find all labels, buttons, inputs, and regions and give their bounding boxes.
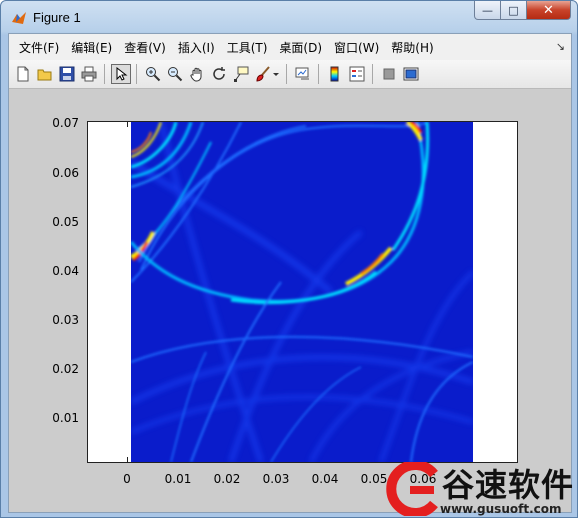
zoom-in-icon[interactable] [143, 64, 163, 84]
save-icon[interactable] [57, 64, 77, 84]
menu-window[interactable]: 窗口(W) [328, 39, 385, 56]
window-title: Figure 1 [33, 10, 81, 25]
brush-dropdown-icon[interactable] [271, 64, 281, 84]
y-tick-label: 0.01 [52, 411, 79, 425]
menu-bar: 文件(F) 编辑(E) 查看(V) 插入(I) 工具(T) 桌面(D) 窗口(W… [9, 34, 571, 60]
menu-desktop[interactable]: 桌面(D) [273, 39, 328, 56]
heatmap-image [131, 122, 473, 462]
close-button[interactable]: ✕ [527, 1, 571, 20]
menu-file[interactable]: 文件(F) [13, 39, 65, 56]
hide-plot-tools-icon[interactable] [379, 64, 399, 84]
y-tick-label: 0.03 [52, 313, 79, 327]
x-tick-label: 0.04 [311, 472, 339, 486]
double-chevron-icon[interactable]: ↘ [556, 40, 565, 53]
title-bar[interactable]: Figure 1 — □ ✕ [1, 1, 577, 33]
brand-name: 谷速软件 [442, 466, 575, 504]
x-tick-label: 0.03 [262, 472, 290, 486]
x-tick-mark [127, 122, 128, 127]
colorbar-icon[interactable] [325, 64, 345, 84]
pan-hand-icon[interactable] [187, 64, 207, 84]
data-cursor-icon[interactable] [231, 64, 251, 84]
figure-canvas[interactable]: 0.07 0.06 0.05 0.04 0.03 0.02 0.01 0 0.0… [9, 89, 571, 512]
y-tick-label: 0.07 [52, 116, 79, 130]
y-tick-label: 0.02 [52, 362, 79, 376]
menu-edit[interactable]: 编辑(E) [65, 39, 118, 56]
x-tick-label: 0.01 [164, 472, 192, 486]
window-controls: — □ ✕ [474, 1, 571, 21]
menu-tools[interactable]: 工具(T) [221, 39, 274, 56]
x-tick-label: 0.02 [213, 472, 241, 486]
show-plot-tools-icon[interactable] [401, 64, 421, 84]
menu-help[interactable]: 帮助(H) [385, 39, 439, 56]
link-plot-icon[interactable] [293, 64, 313, 84]
x-tick-mark [127, 457, 128, 462]
maximize-button[interactable]: □ [501, 1, 527, 20]
y-tick-label: 0.06 [52, 166, 79, 180]
x-tick-label: 0 [123, 472, 131, 486]
brand-url: www.gusuoft.com [440, 502, 562, 516]
legend-icon[interactable] [347, 64, 367, 84]
figure-window: Figure 1 — □ ✕ 文件(F) 编辑(E) 查看(V) 插入(I) 工… [0, 0, 578, 518]
matlab-logo-icon [12, 12, 26, 24]
rotate-3d-icon[interactable] [209, 64, 229, 84]
open-file-icon[interactable] [35, 64, 55, 84]
menu-insert[interactable]: 插入(I) [172, 39, 221, 56]
figure-toolbar [9, 60, 571, 89]
brush-icon[interactable] [253, 64, 273, 84]
print-icon[interactable] [79, 64, 99, 84]
zoom-out-icon[interactable] [165, 64, 185, 84]
new-figure-icon[interactable] [13, 64, 33, 84]
y-tick-label: 0.05 [52, 215, 79, 229]
minimize-button[interactable]: — [474, 1, 501, 20]
y-tick-label: 0.04 [52, 264, 79, 278]
menu-view[interactable]: 查看(V) [118, 39, 172, 56]
figure-client-area: 文件(F) 编辑(E) 查看(V) 插入(I) 工具(T) 桌面(D) 窗口(W… [8, 33, 572, 513]
brand-logo-icon [386, 462, 438, 516]
watermark: 谷速软件 www.gusuoft.com [382, 458, 578, 518]
edit-plot-arrow-icon[interactable] [111, 64, 131, 84]
